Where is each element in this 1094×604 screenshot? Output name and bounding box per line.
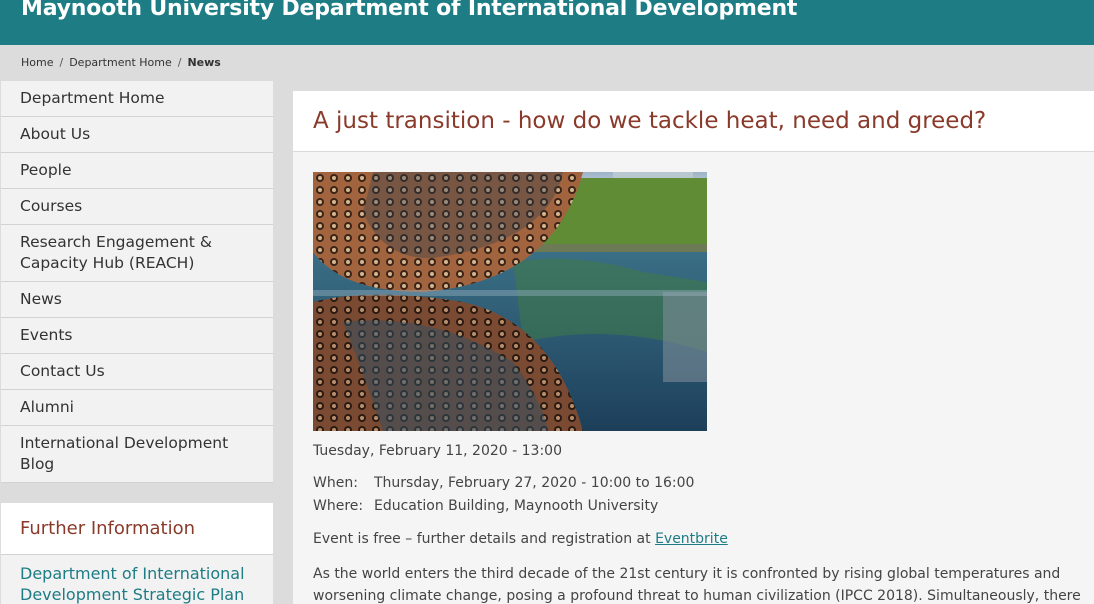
where-value: Education Building, Maynooth University <box>374 498 659 514</box>
sidebar-nav: Department Home About Us People Courses … <box>1 81 273 483</box>
breadcrumb: Home / Department Home / News <box>21 56 221 69</box>
sidebar-item-reach[interactable]: Research Engagement & Capacity Hub (REAC… <box>1 225 273 282</box>
breadcrumb-current: News <box>187 56 221 69</box>
sidebar-item-people[interactable]: People <box>1 153 273 189</box>
eventbrite-link[interactable]: Eventbrite <box>655 531 728 547</box>
breadcrumb-separator: / <box>177 56 182 69</box>
further-information-heading: Further Information <box>1 503 273 555</box>
sidebar-item-alumni[interactable]: Alumni <box>1 390 273 426</box>
when-label: When: <box>313 475 358 491</box>
registration-text: Event is free – further details and regi… <box>313 531 651 547</box>
event-image <box>313 172 707 431</box>
where-row: Where: Education Building, Maynooth Unive… <box>313 498 658 514</box>
registration-line: Event is free – further details and regi… <box>313 531 728 547</box>
breadcrumb-separator: / <box>59 56 64 69</box>
strategic-plan-link[interactable]: Department of International Development … <box>1 555 273 604</box>
sidebar-item-about-us[interactable]: About Us <box>1 117 273 153</box>
sidebar-item-events[interactable]: Events <box>1 318 273 354</box>
breadcrumb-department-link[interactable]: Department Home <box>69 56 172 69</box>
where-label: Where: <box>313 498 364 514</box>
further-information-panel: Further Information Department of Intern… <box>1 503 273 604</box>
sidebar-item-department-home[interactable]: Department Home <box>1 81 273 117</box>
when-row: When: Thursday, February 27, 2020 - 10:00… <box>313 475 694 491</box>
site-title[interactable]: Maynooth University Department of Intern… <box>21 0 797 21</box>
posted-date: Tuesday, February 11, 2020 - 13:00 <box>313 443 562 459</box>
breadcrumb-home-link[interactable]: Home <box>21 56 53 69</box>
sidebar-item-news[interactable]: News <box>1 282 273 318</box>
sidebar-item-blog[interactable]: International Development Blog <box>1 426 273 483</box>
sidebar-item-courses[interactable]: Courses <box>1 189 273 225</box>
article-body: As the world enters the third decade of … <box>313 566 1081 604</box>
article-title: A just transition - how do we tackle hea… <box>313 108 987 134</box>
sculpture-reflection-image <box>313 172 707 431</box>
title-band: A just transition - how do we tackle hea… <box>293 91 1094 152</box>
sidebar-item-contact-us[interactable]: Contact Us <box>1 354 273 390</box>
when-value: Thursday, February 27, 2020 - 10:00 to 1… <box>374 475 695 491</box>
main-content: A just transition - how do we tackle hea… <box>293 91 1094 604</box>
